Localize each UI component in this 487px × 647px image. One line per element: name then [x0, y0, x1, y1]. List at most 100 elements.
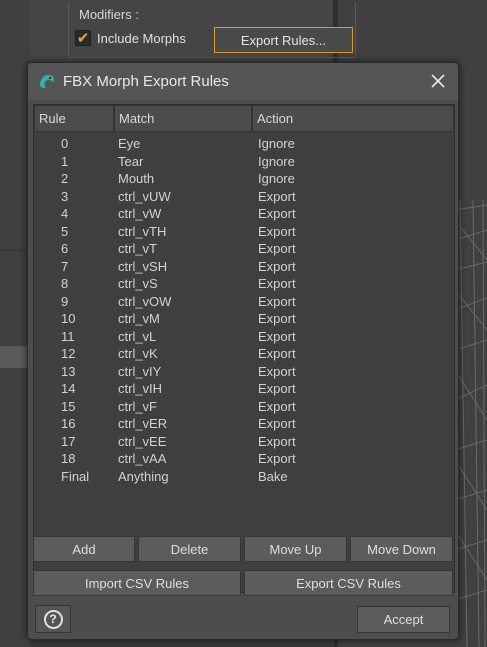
- action-cell: Ignore: [258, 153, 295, 169]
- rule-cell: 4: [61, 206, 69, 221]
- rule-cell: 12: [61, 346, 76, 361]
- rules-table[interactable]: Rule Match Action 0 Eye Ignore 1 Tear Ignore 2…: [33, 104, 455, 593]
- table-row[interactable]: 4 ctrl_vW Export: [34, 205, 454, 223]
- table-row[interactable]: 5 ctrl_vTH Export: [34, 223, 454, 241]
- import-csv-rules-button[interactable]: Import CSV Rules: [33, 570, 241, 596]
- match-cell: ctrl_vIY: [118, 363, 162, 379]
- table-row[interactable]: 2 Mouth Ignore: [34, 170, 454, 188]
- fbx-morph-export-rules-dialog: FBX Morph Export Rules Rule Match Action…: [27, 62, 459, 640]
- match-cell: ctrl_vM: [118, 311, 160, 326]
- action-cell: Ignore: [258, 136, 295, 151]
- table-row[interactable]: 12 ctrl_vK Export: [34, 345, 454, 363]
- rule-cell: 1: [61, 153, 69, 169]
- table-row[interactable]: 3 ctrl_vUW Export: [34, 188, 454, 206]
- table-row[interactable]: 11 ctrl_vL Export: [34, 328, 454, 346]
- rule-cell: 7: [61, 258, 69, 274]
- table-row[interactable]: 18 ctrl_vAA Export: [34, 450, 454, 468]
- rule-cell: 13: [61, 363, 76, 379]
- action-cell: Export: [258, 276, 296, 291]
- table-row[interactable]: 14 ctrl_vIH Export: [34, 380, 454, 398]
- action-cell: Export: [258, 328, 296, 344]
- rule-cell: 6: [61, 241, 69, 256]
- action-cell: Export: [258, 416, 296, 431]
- rule-cell: 8: [61, 276, 69, 291]
- match-cell: ctrl_vUW: [118, 188, 171, 204]
- match-cell: Mouth: [118, 171, 155, 186]
- table-header: Rule Match Action: [34, 105, 454, 132]
- action-cell: Bake: [258, 468, 288, 484]
- delete-button[interactable]: Delete: [138, 536, 241, 562]
- rule-cell: 16: [61, 416, 76, 431]
- match-cell: ctrl_vOW: [118, 293, 172, 309]
- move-down-button[interactable]: Move Down: [350, 536, 453, 562]
- rule-cell: 15: [61, 398, 76, 414]
- match-cell: ctrl_vK: [118, 346, 158, 361]
- table-row[interactable]: 17 ctrl_vEE Export: [34, 433, 454, 451]
- match-cell: ctrl_vT: [118, 241, 157, 256]
- match-cell: ctrl_vSH: [118, 258, 168, 274]
- dialog-title: FBX Morph Export Rules: [63, 73, 229, 90]
- action-cell: Export: [258, 206, 296, 221]
- rule-cell: 18: [61, 451, 76, 466]
- column-header-match[interactable]: Match: [114, 105, 252, 132]
- table-body: 0 Eye Ignore 1 Tear Ignore 2 Mouth Ignore 3 ctrl_v…: [34, 135, 454, 485]
- rule-cell: 11: [61, 328, 75, 344]
- rule-cell: 14: [61, 381, 76, 396]
- action-cell: Export: [258, 188, 296, 204]
- modifiers-label: Modifiers :: [79, 7, 139, 22]
- table-row[interactable]: 7 ctrl_vSH Export: [34, 258, 454, 276]
- wireframe-mesh: [455, 200, 487, 647]
- table-row[interactable]: 8 ctrl_vS Export: [34, 275, 454, 293]
- help-button[interactable]: ?: [35, 605, 71, 633]
- match-cell: ctrl_vTH: [118, 223, 167, 239]
- daz-logo-icon: [38, 73, 56, 89]
- action-cell: Export: [258, 398, 296, 414]
- match-cell: ctrl_vIH: [118, 381, 163, 396]
- match-cell: ctrl_vL: [118, 328, 157, 344]
- rule-cell: 3: [61, 188, 69, 204]
- table-row[interactable]: 16 ctrl_vER Export: [34, 415, 454, 433]
- match-cell: Tear: [118, 153, 144, 169]
- action-cell: Export: [258, 451, 296, 466]
- match-cell: ctrl_vEE: [118, 433, 167, 449]
- close-icon[interactable]: [426, 69, 450, 93]
- left-panel-selected-row[interactable]: [0, 346, 30, 368]
- table-row[interactable]: 6 ctrl_vT Export: [34, 240, 454, 258]
- export-options-panel: Modifiers : ✔ Include Morphs Export Rule…: [30, 0, 356, 62]
- rule-cell: 17: [61, 433, 76, 449]
- match-cell: ctrl_vER: [118, 416, 168, 431]
- rule-cell: 10: [61, 311, 76, 326]
- table-row[interactable]: Final Anything Bake: [34, 468, 454, 486]
- match-cell: ctrl_vW: [118, 206, 162, 221]
- left-panel-strip: [0, 0, 30, 647]
- match-cell: ctrl_vS: [118, 276, 158, 291]
- add-button[interactable]: Add: [33, 536, 135, 562]
- table-row[interactable]: 9 ctrl_vOW Export: [34, 293, 454, 311]
- action-cell: Export: [258, 381, 296, 396]
- rule-cell: 2: [61, 171, 69, 186]
- include-morphs-checkbox[interactable]: ✔: [75, 30, 91, 47]
- action-cell: Export: [258, 363, 296, 379]
- action-cell: Export: [258, 241, 296, 256]
- table-row[interactable]: 1 Tear Ignore: [34, 153, 454, 171]
- accept-button[interactable]: Accept: [357, 606, 450, 633]
- action-cell: Export: [258, 293, 296, 309]
- rule-cell: Final: [61, 468, 90, 484]
- rule-cell: 9: [61, 293, 69, 309]
- column-header-action[interactable]: Action: [252, 105, 454, 132]
- include-morphs-row[interactable]: ✔ Include Morphs: [75, 30, 186, 47]
- table-row[interactable]: 13 ctrl_vIY Export: [34, 363, 454, 381]
- export-csv-rules-button[interactable]: Export CSV Rules: [244, 570, 453, 596]
- table-row[interactable]: 15 ctrl_vF Export: [34, 398, 454, 416]
- column-header-rule[interactable]: Rule: [34, 105, 114, 132]
- table-row[interactable]: 0 Eye Ignore: [34, 135, 454, 153]
- left-panel-divider: [0, 250, 30, 251]
- action-cell: Export: [258, 311, 296, 326]
- dialog-titlebar[interactable]: FBX Morph Export Rules: [28, 63, 458, 100]
- match-cell: Anything: [118, 468, 169, 484]
- export-rules-button[interactable]: Export Rules...: [214, 27, 353, 53]
- move-up-button[interactable]: Move Up: [244, 536, 347, 562]
- table-row[interactable]: 10 ctrl_vM Export: [34, 310, 454, 328]
- rule-cell: 5: [61, 223, 69, 239]
- action-cell: Export: [258, 258, 296, 274]
